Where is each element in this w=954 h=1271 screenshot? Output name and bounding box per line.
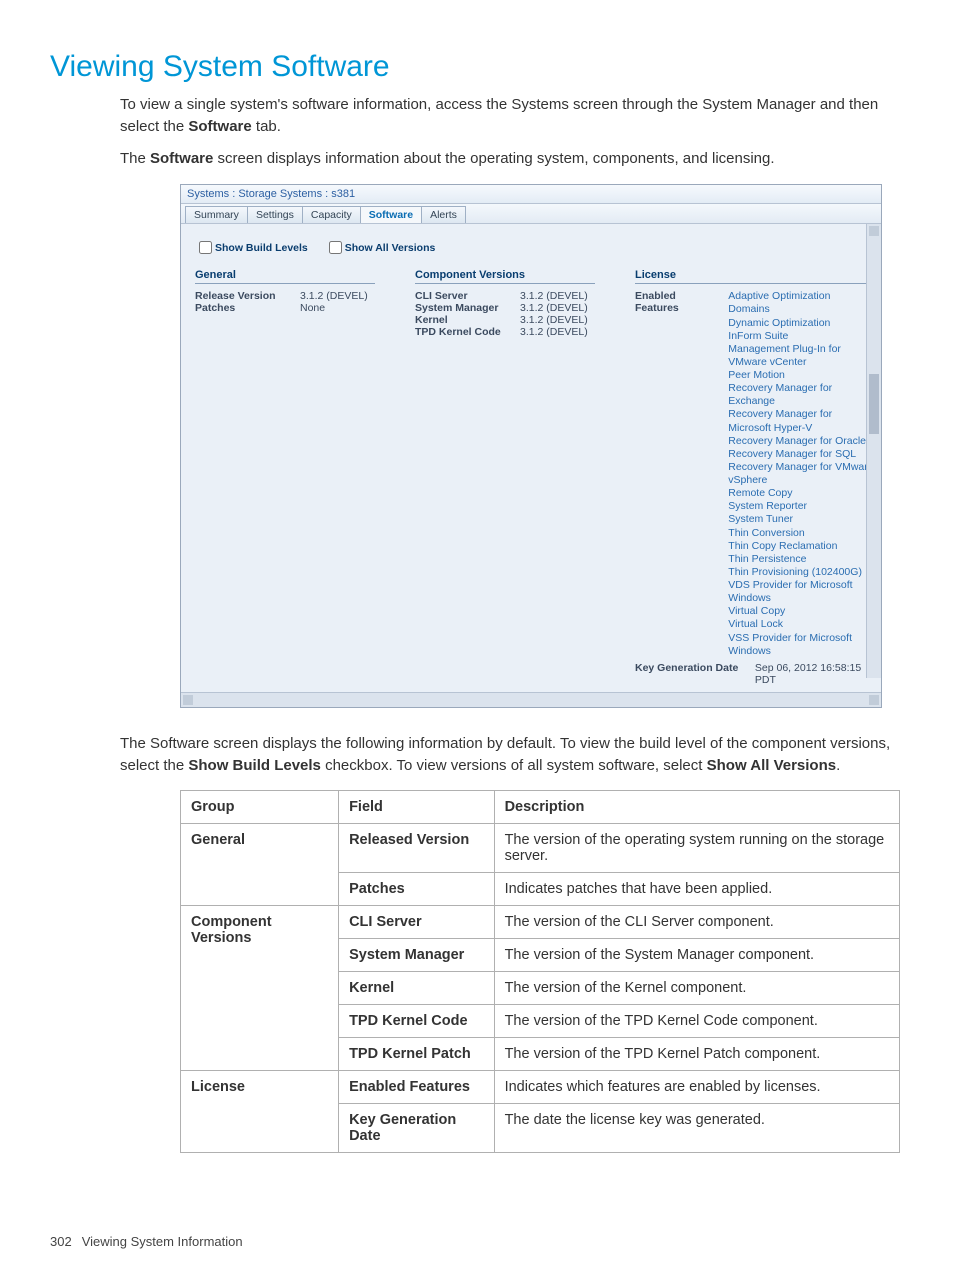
feature-item: Thin Conversion (728, 527, 875, 540)
mid-paragraph: The Software screen displays the followi… (120, 733, 904, 777)
tab-summary[interactable]: Summary (185, 206, 248, 223)
desc-cell: The version of the Kernel component. (494, 972, 899, 1005)
feature-item: Remote Copy (728, 487, 875, 500)
text: tab. (252, 118, 281, 135)
keygen-label: Key Generation Date (635, 662, 755, 686)
field-cell: CLI Server (339, 906, 495, 939)
desc-cell: Indicates patches that have been applied… (494, 873, 899, 906)
tab-software[interactable]: Software (360, 206, 422, 223)
field-cell: Patches (339, 873, 495, 906)
field-cell: Key Generation Date (339, 1104, 495, 1153)
field-cell: Kernel (339, 972, 495, 1005)
field-cell: Enabled Features (339, 1071, 495, 1104)
page-heading: Viewing System Software (50, 50, 904, 84)
feature-item: System Reporter (728, 500, 875, 513)
page-number: 302 (50, 1234, 72, 1249)
horizontal-scrollbar[interactable] (181, 692, 881, 707)
table-header: Group (181, 791, 339, 824)
tab-bar: SummarySettingsCapacitySoftwareAlerts (181, 204, 881, 224)
field-cell: TPD Kernel Patch (339, 1038, 495, 1071)
field-cell: TPD Kernel Code (339, 1005, 495, 1038)
intro-paragraph-2: The Software screen displays information… (120, 148, 904, 170)
desc-cell: Indicates which features are enabled by … (494, 1071, 899, 1104)
page-footer: 302 Viewing System Information (50, 1234, 243, 1249)
text-bold: Software (150, 150, 213, 167)
keygen-value: Sep 06, 2012 16:58:15 PDT (755, 662, 875, 686)
checkbox-label: Show Build Levels (215, 242, 308, 254)
feature-item: System Tuner (728, 513, 875, 526)
feature-item: Dynamic Optimization (728, 317, 875, 330)
enabled-features-label: Enabled Features (635, 290, 718, 658)
general-row: PatchesNone (195, 302, 375, 314)
feature-item: Recovery Manager for SQL (728, 448, 875, 461)
components-column: Component Versions CLI Server3.1.2 (DEVE… (415, 269, 595, 686)
general-column: General Release Version3.1.2 (DEVEL)Patc… (195, 269, 375, 686)
desc-cell: The version of the System Manager compon… (494, 939, 899, 972)
feature-item: Thin Copy Reclamation (728, 540, 875, 553)
desc-cell: The version of the TPD Kernel Patch comp… (494, 1038, 899, 1071)
group-cell: Component Versions (181, 906, 339, 1071)
feature-item: Adaptive Optimization (728, 290, 875, 303)
table-row: Component VersionsCLI ServerThe version … (181, 906, 900, 939)
feature-item: Management Plug-In for VMware vCenter (728, 343, 875, 369)
feature-item: Virtual Copy (728, 605, 875, 618)
description-table: GroupFieldDescription GeneralReleased Ve… (180, 790, 900, 1153)
checkbox-row: Show Build Levels Show All Versions (195, 238, 875, 257)
component-row: Kernel3.1.2 (DEVEL) (415, 314, 595, 326)
footer-section: Viewing System Information (82, 1234, 243, 1249)
component-row: System Manager3.1.2 (DEVEL) (415, 302, 595, 314)
feature-item: Thin Provisioning (102400G) (728, 566, 875, 579)
desc-cell: The version of the TPD Kernel Code compo… (494, 1005, 899, 1038)
feature-list: Adaptive OptimizationDomainsDynamic Opti… (728, 290, 875, 658)
text-bold: Show Build Levels (188, 757, 321, 774)
feature-item: Domains (728, 303, 875, 316)
screenshot-panel: Systems : Storage Systems : s381 Summary… (180, 184, 882, 708)
feature-item: InForm Suite (728, 330, 875, 343)
feature-item: Virtual Lock (728, 618, 875, 631)
column-header: General (195, 269, 375, 284)
general-row: Release Version3.1.2 (DEVEL) (195, 290, 375, 302)
show-all-versions-checkbox[interactable]: Show All Versions (325, 242, 436, 254)
window-breadcrumb: Systems : Storage Systems : s381 (181, 185, 881, 204)
text-bold: Software (188, 118, 251, 135)
feature-item: Recovery Manager for Oracle (728, 435, 875, 448)
tab-capacity[interactable]: Capacity (302, 206, 361, 223)
desc-cell: The version of the CLI Server component. (494, 906, 899, 939)
show-build-levels-checkbox[interactable]: Show Build Levels (195, 242, 308, 254)
group-cell: General (181, 824, 339, 906)
checkbox-label: Show All Versions (345, 242, 436, 254)
feature-item: VDS Provider for Microsoft Windows (728, 579, 875, 605)
desc-cell: The date the license key was generated. (494, 1104, 899, 1153)
component-row: TPD Kernel Code3.1.2 (DEVEL) (415, 326, 595, 338)
feature-item: Recovery Manager for Exchange (728, 382, 875, 408)
text-bold: Show All Versions (707, 757, 836, 774)
field-cell: Released Version (339, 824, 495, 873)
column-header: Component Versions (415, 269, 595, 284)
desc-cell: The version of the operating system runn… (494, 824, 899, 873)
table-header: Description (494, 791, 899, 824)
column-header: License (635, 269, 875, 284)
table-header: Field (339, 791, 495, 824)
feature-item: VSS Provider for Microsoft Windows (728, 632, 875, 658)
tab-settings[interactable]: Settings (247, 206, 303, 223)
text: checkbox. To view versions of all system… (321, 757, 707, 774)
feature-item: Peer Motion (728, 369, 875, 382)
feature-item: Recovery Manager for Microsoft Hyper-V (728, 408, 875, 434)
group-cell: License (181, 1071, 339, 1153)
vertical-scrollbar[interactable] (866, 224, 881, 678)
field-cell: System Manager (339, 939, 495, 972)
tab-alerts[interactable]: Alerts (421, 206, 466, 223)
license-column: License Enabled Features Adaptive Optimi… (635, 269, 875, 686)
feature-item: Recovery Manager for VMware vSphere (728, 461, 875, 487)
text: The (120, 150, 150, 167)
feature-item: Thin Persistence (728, 553, 875, 566)
table-row: GeneralReleased VersionThe version of th… (181, 824, 900, 873)
text: screen displays information about the op… (213, 150, 774, 167)
table-row: LicenseEnabled FeaturesIndicates which f… (181, 1071, 900, 1104)
screenshot-body: Show Build Levels Show All Versions Gene… (181, 224, 881, 692)
component-row: CLI Server3.1.2 (DEVEL) (415, 290, 595, 302)
intro-paragraph-1: To view a single system's software infor… (120, 94, 904, 138)
text: . (836, 757, 840, 774)
